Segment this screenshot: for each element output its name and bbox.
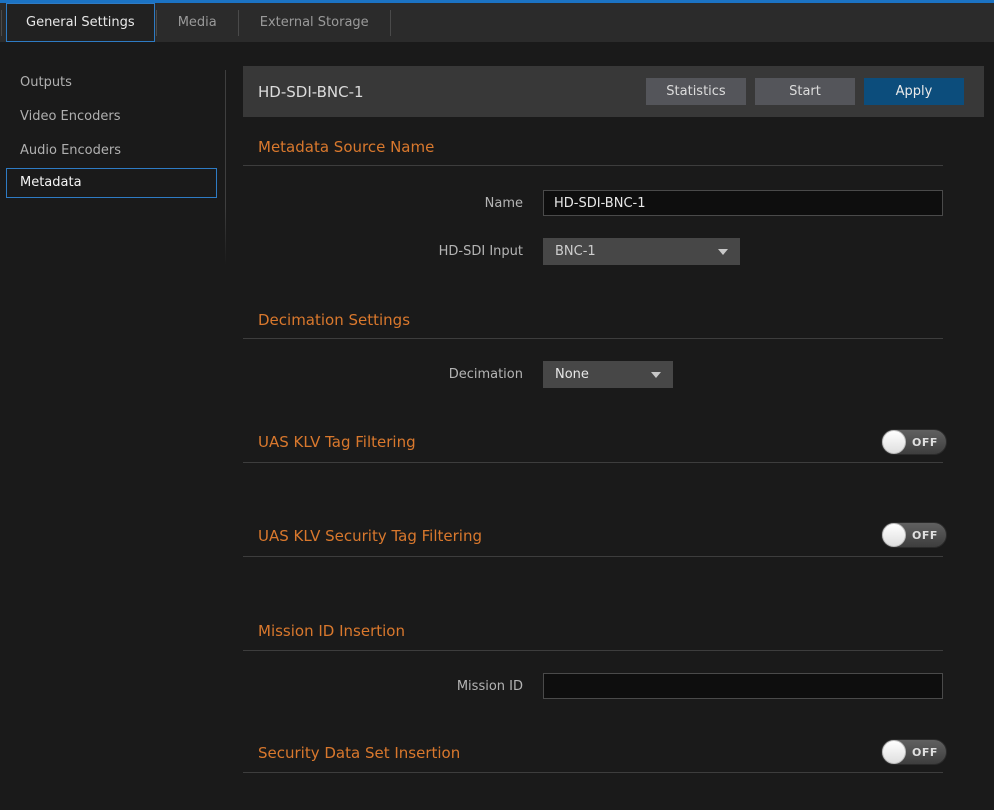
toggle-state-label: OFF bbox=[906, 746, 946, 759]
sidebar-item-metadata[interactable]: Metadata bbox=[6, 168, 217, 198]
mission-id-input[interactable] bbox=[543, 673, 943, 699]
section-heading-mission-id-insertion: Mission ID Insertion bbox=[258, 623, 405, 640]
toggle-knob bbox=[882, 740, 906, 764]
section-heading-metadata-source-name: Metadata Source Name bbox=[258, 139, 434, 156]
section-divider bbox=[243, 165, 943, 166]
uas-klv-tag-filtering-toggle[interactable]: OFF bbox=[881, 429, 947, 455]
section-divider bbox=[243, 650, 943, 651]
sidebar-item-video-encoders[interactable]: Video Encoders bbox=[0, 100, 226, 134]
sidebar-divider bbox=[225, 70, 226, 265]
section-divider bbox=[243, 338, 943, 339]
statistics-button[interactable]: Statistics bbox=[646, 78, 746, 105]
chevron-down-icon bbox=[651, 372, 661, 378]
section-heading-decimation-settings: Decimation Settings bbox=[258, 312, 410, 329]
section-heading-security-data-set-insertion: Security Data Set Insertion bbox=[258, 745, 460, 762]
page-title: HD-SDI-BNC-1 bbox=[258, 83, 637, 101]
tab-general-settings[interactable]: General Settings bbox=[6, 3, 155, 42]
top-tab-bar: General Settings Media External Storage bbox=[0, 0, 994, 42]
sidebar: Outputs Video Encoders Audio Encoders Me… bbox=[0, 66, 226, 198]
apply-button[interactable]: Apply bbox=[864, 78, 964, 105]
panel-header: HD-SDI-BNC-1 Statistics Start Apply bbox=[243, 66, 984, 117]
tab-separator bbox=[390, 10, 391, 36]
section-divider bbox=[243, 556, 943, 557]
name-label: Name bbox=[243, 196, 523, 211]
sidebar-item-audio-encoders[interactable]: Audio Encoders bbox=[0, 134, 226, 168]
tab-separator bbox=[156, 10, 157, 36]
toggle-state-label: OFF bbox=[906, 529, 946, 542]
name-input[interactable] bbox=[543, 190, 943, 216]
hd-sdi-input-label: HD-SDI Input bbox=[243, 244, 523, 259]
chevron-down-icon bbox=[718, 249, 728, 255]
tab-separator bbox=[1, 10, 2, 36]
uas-klv-security-tag-filtering-toggle[interactable]: OFF bbox=[881, 522, 947, 548]
section-divider bbox=[243, 772, 943, 773]
toggle-state-label: OFF bbox=[906, 436, 946, 449]
section-divider bbox=[243, 462, 943, 463]
tab-external-storage[interactable]: External Storage bbox=[240, 3, 389, 42]
sidebar-item-outputs[interactable]: Outputs bbox=[0, 66, 226, 100]
hd-sdi-input-dropdown[interactable]: BNC-1 bbox=[543, 238, 740, 265]
security-data-set-insertion-toggle[interactable]: OFF bbox=[881, 739, 947, 765]
start-button[interactable]: Start bbox=[755, 78, 855, 105]
section-heading-uas-klv-security-tag-filtering: UAS KLV Security Tag Filtering bbox=[258, 528, 482, 545]
decimation-dropdown[interactable]: None bbox=[543, 361, 673, 388]
decimation-label: Decimation bbox=[243, 367, 523, 382]
mission-id-label: Mission ID bbox=[243, 679, 523, 694]
decimation-value: None bbox=[555, 367, 641, 382]
tab-media[interactable]: Media bbox=[158, 3, 237, 42]
toggle-knob bbox=[882, 523, 906, 547]
hd-sdi-input-value: BNC-1 bbox=[555, 244, 708, 259]
toggle-knob bbox=[882, 430, 906, 454]
tab-separator bbox=[238, 10, 239, 36]
section-heading-uas-klv-tag-filtering: UAS KLV Tag Filtering bbox=[258, 434, 416, 451]
